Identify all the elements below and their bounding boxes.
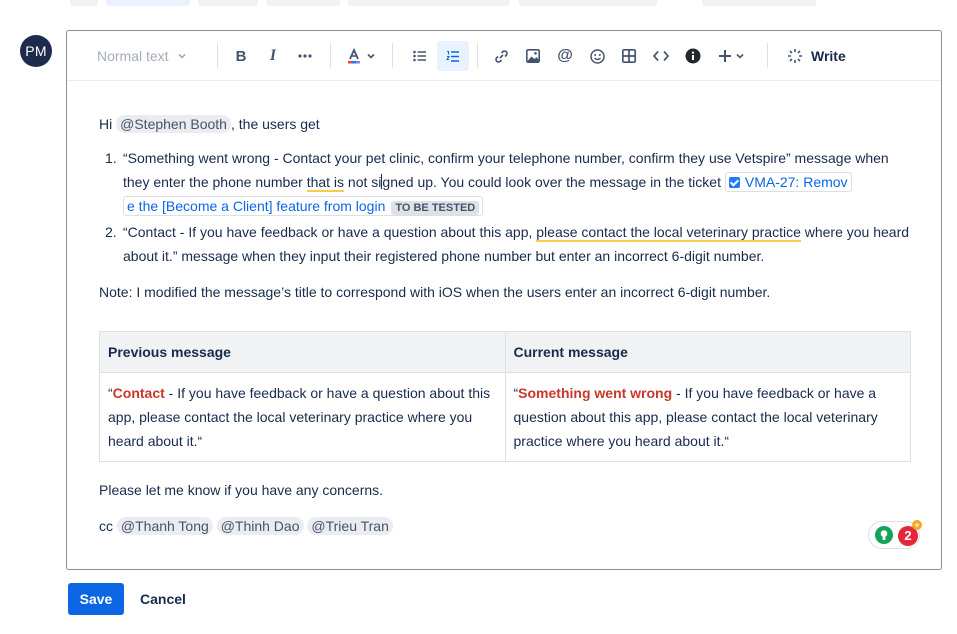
ai-write-icon bbox=[788, 49, 802, 63]
note-paragraph: Note: I modified the message’s title to … bbox=[99, 284, 771, 300]
link-icon bbox=[494, 49, 508, 63]
grammar-assistant-widget[interactable]: 2 + bbox=[868, 520, 922, 549]
emoji-icon bbox=[589, 48, 605, 64]
insert-menu-button[interactable] bbox=[713, 41, 749, 71]
info-panel-button[interactable] bbox=[679, 41, 707, 71]
image-button[interactable] bbox=[519, 41, 547, 71]
toolbar-divider bbox=[392, 43, 393, 68]
closing-paragraph: Please let me know if you have any conce… bbox=[99, 482, 384, 498]
table-cell[interactable]: “Contact - If you have feedback or have … bbox=[99, 372, 506, 462]
toolbar-divider bbox=[217, 43, 218, 68]
text-style-dropdown[interactable]: Normal text bbox=[89, 41, 207, 71]
jira-ticket-link[interactable]: VMA-27: Remov bbox=[724, 172, 852, 192]
table-header[interactable]: Current message bbox=[504, 331, 911, 373]
info-icon bbox=[685, 48, 701, 64]
code-icon bbox=[653, 50, 669, 62]
greeting-line: Hi @Stephen Booth, the users get bbox=[99, 115, 320, 133]
mention-button[interactable]: @ bbox=[551, 41, 579, 71]
chevron-down-icon bbox=[178, 53, 186, 59]
italic-button[interactable]: I bbox=[259, 41, 287, 71]
cancel-button[interactable]: Cancel bbox=[130, 583, 196, 615]
text-color-icon bbox=[348, 48, 360, 64]
status-lozenge: TO BE TESTED bbox=[391, 201, 480, 215]
message-table[interactable]: Previous message Current message “Contac… bbox=[99, 331, 911, 462]
comment-body[interactable]: Hi @Stephen Booth, the users get 1. “Som… bbox=[99, 112, 919, 304]
ai-write-label: Write bbox=[811, 48, 846, 64]
lightbulb-icon bbox=[875, 526, 893, 544]
table-cell[interactable]: “Something went wrong - If you have feed… bbox=[504, 372, 911, 462]
mention-chip[interactable]: @Stephen Booth bbox=[116, 115, 231, 133]
mention-chip[interactable]: @Thanh Tong bbox=[116, 517, 213, 535]
top-chip[interactable] bbox=[519, 0, 657, 6]
list-number: 2. bbox=[105, 224, 117, 240]
ai-write-button[interactable]: Write bbox=[783, 41, 857, 71]
emoji-button[interactable] bbox=[583, 41, 611, 71]
bullet-list-button[interactable] bbox=[405, 41, 435, 71]
italic-icon: I bbox=[269, 47, 277, 64]
list-item: 2. “Contact - If you have feedback or ha… bbox=[99, 220, 919, 268]
bullet-list-icon bbox=[413, 50, 426, 62]
mention-icon: @ bbox=[557, 47, 573, 64]
chevron-down-icon bbox=[367, 53, 375, 59]
toolbar-divider bbox=[330, 43, 331, 68]
insert-plus-icon bbox=[718, 50, 731, 62]
more-formatting-button[interactable] bbox=[291, 41, 319, 71]
toolbar-divider bbox=[477, 43, 478, 68]
mention-chip[interactable]: @Trieu Tran bbox=[307, 517, 393, 535]
code-button[interactable] bbox=[647, 41, 675, 71]
numbered-list-button[interactable] bbox=[437, 41, 469, 71]
table-header[interactable]: Previous message bbox=[99, 331, 506, 373]
list-number: 1. bbox=[105, 150, 117, 166]
top-chip[interactable] bbox=[266, 0, 340, 6]
numbered-list: 1. “Something went wrong - Contact your … bbox=[99, 146, 919, 268]
bold-icon: B bbox=[235, 47, 247, 65]
top-chip[interactable] bbox=[348, 0, 510, 6]
save-button[interactable]: Save bbox=[68, 583, 124, 615]
numbered-list-icon bbox=[446, 50, 459, 62]
link-button[interactable] bbox=[487, 41, 515, 71]
jira-ticket-link[interactable]: e the [Become a Client] feature from log… bbox=[123, 196, 484, 216]
text-color-button[interactable] bbox=[341, 41, 381, 71]
avatar: PM bbox=[20, 35, 52, 67]
top-chip[interactable] bbox=[106, 0, 190, 6]
top-chip[interactable] bbox=[198, 0, 258, 6]
mention-chip[interactable]: @Thinh Dao bbox=[216, 517, 304, 535]
grammar-suggestion[interactable]: please contact the local veterinary prac… bbox=[536, 224, 801, 242]
table-header-row: Previous message Current message bbox=[99, 331, 911, 373]
chevron-down-icon bbox=[735, 53, 744, 59]
image-icon bbox=[526, 49, 540, 63]
toolbar-divider bbox=[767, 43, 768, 68]
table-icon bbox=[622, 49, 636, 63]
table-button[interactable] bbox=[615, 41, 643, 71]
task-checkbox-icon bbox=[728, 177, 740, 188]
grammar-suggestion[interactable]: that is bbox=[306, 174, 345, 192]
top-chip[interactable] bbox=[702, 0, 816, 6]
editor-toolbar: Normal text B I @ Write bbox=[67, 31, 941, 81]
plus-badge: + bbox=[912, 520, 922, 530]
cc-line: cc @Thanh Tong @Thinh Dao @Trieu Tran bbox=[99, 514, 393, 538]
list-item: 1. “Something went wrong - Contact your … bbox=[99, 146, 919, 220]
text-style-label: Normal text bbox=[97, 48, 169, 64]
more-formatting-icon bbox=[298, 54, 312, 58]
table-row: “Contact - If you have feedback or have … bbox=[99, 372, 911, 462]
bold-button[interactable]: B bbox=[227, 41, 255, 71]
top-chip[interactable] bbox=[70, 0, 98, 6]
